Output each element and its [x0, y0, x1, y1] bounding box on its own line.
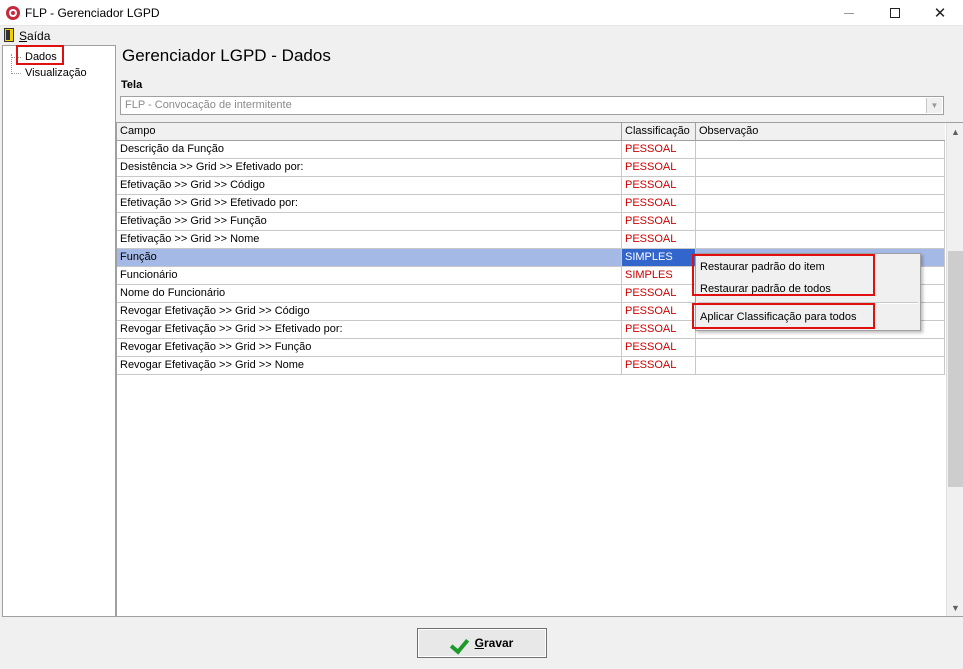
scroll-up-icon[interactable]: ▲: [947, 123, 963, 140]
cell-campo: Revogar Efetivação >> Grid >> Nome: [117, 357, 622, 375]
cell-classificacao[interactable]: SIMPLES: [622, 249, 696, 267]
title-bar: FLP - Gerenciador LGPD ✕: [0, 0, 963, 26]
cell-campo: Revogar Efetivação >> Grid >> Código: [117, 303, 622, 321]
cell-campo: Desistência >> Grid >> Efetivado por:: [117, 159, 622, 177]
table-row[interactable]: Efetivação >> Grid >> Código PESSOAL: [117, 177, 945, 195]
maximize-button[interactable]: [872, 0, 918, 26]
cell-classificacao[interactable]: PESSOAL: [622, 303, 696, 321]
close-icon: ✕: [933, 4, 947, 22]
scroll-down-icon[interactable]: ▼: [947, 599, 963, 616]
tela-label: Tela: [121, 79, 143, 91]
save-button-label: Gravar: [474, 636, 514, 650]
cell-campo: Efetivação >> Grid >> Efetivado por:: [117, 195, 622, 213]
cell-observacao[interactable]: [696, 339, 945, 357]
cell-campo: Efetivação >> Grid >> Código: [117, 177, 622, 195]
cell-classificacao[interactable]: PESSOAL: [622, 213, 696, 231]
table-row[interactable]: Efetivação >> Grid >> Função PESSOAL: [117, 213, 945, 231]
navigation-tree: Dados Visualização: [2, 45, 116, 617]
cell-observacao[interactable]: [696, 159, 945, 177]
menu-item-restaurar-todos[interactable]: Restaurar padrão de todos: [700, 282, 831, 296]
table-row[interactable]: Efetivação >> Grid >> Efetivado por: PES…: [117, 195, 945, 213]
menu-item-restaurar-item[interactable]: Restaurar padrão do item: [700, 260, 825, 274]
cell-campo: Efetivação >> Grid >> Nome: [117, 231, 622, 249]
table-row[interactable]: Desistência >> Grid >> Efetivado por: PE…: [117, 159, 945, 177]
exit-door-icon: [4, 28, 14, 42]
maximize-icon: [890, 8, 900, 18]
cell-observacao[interactable]: [696, 195, 945, 213]
cell-classificacao[interactable]: PESSOAL: [622, 159, 696, 177]
column-header-observacao[interactable]: Observação: [696, 123, 945, 141]
cell-observacao[interactable]: [696, 177, 945, 195]
fields-grid: Campo Classificação Observação Descrição…: [116, 122, 963, 617]
menu-separator: [698, 302, 918, 304]
checkmark-icon: [451, 634, 469, 652]
column-header-campo[interactable]: Campo: [117, 123, 622, 141]
table-row[interactable]: Descrição da Função PESSOAL: [117, 141, 945, 159]
tela-select-value: FLP - Convocação de intermitente: [125, 99, 292, 111]
menu-exit[interactable]: Saída: [19, 29, 50, 43]
cell-classificacao[interactable]: PESSOAL: [622, 231, 696, 249]
column-header-classificacao[interactable]: Classificação: [622, 123, 696, 141]
save-button[interactable]: Gravar: [417, 628, 547, 658]
minimize-button[interactable]: [826, 0, 872, 26]
app-logo-icon: [6, 6, 20, 20]
table-row[interactable]: Revogar Efetivação >> Grid >> Nome PESSO…: [117, 357, 945, 375]
cell-campo: Função: [117, 249, 622, 267]
cell-campo: Descrição da Função: [117, 141, 622, 159]
cell-observacao[interactable]: [696, 357, 945, 375]
chevron-down-icon[interactable]: ▼: [926, 98, 942, 113]
table-row[interactable]: Revogar Efetivação >> Grid >> Função PES…: [117, 339, 945, 357]
cell-classificacao[interactable]: PESSOAL: [622, 177, 696, 195]
minimize-icon: [844, 12, 854, 14]
tree-item-visualizacao[interactable]: Visualização: [23, 66, 89, 80]
table-row[interactable]: Efetivação >> Grid >> Nome PESSOAL: [117, 231, 945, 249]
cell-campo: Funcionário: [117, 267, 622, 285]
cell-classificacao[interactable]: PESSOAL: [622, 357, 696, 375]
cell-campo: Nome do Funcionário: [117, 285, 622, 303]
tree-connector: [11, 57, 21, 58]
cell-classificacao[interactable]: PESSOAL: [622, 195, 696, 213]
tree-connector: [11, 73, 21, 74]
page-title: Gerenciador LGPD - Dados: [122, 46, 331, 65]
cell-observacao[interactable]: [696, 231, 945, 249]
cell-observacao[interactable]: [696, 141, 945, 159]
cell-classificacao[interactable]: PESSOAL: [622, 141, 696, 159]
scrollbar-thumb[interactable]: [948, 251, 963, 487]
cell-classificacao[interactable]: PESSOAL: [622, 339, 696, 357]
tela-select[interactable]: FLP - Convocação de intermitente ▼: [120, 96, 944, 115]
cell-campo: Revogar Efetivação >> Grid >> Função: [117, 339, 622, 357]
cell-classificacao[interactable]: PESSOAL: [622, 321, 696, 339]
menu-item-aplicar-classificacao[interactable]: Aplicar Classificação para todos: [700, 310, 857, 324]
grid-header: Campo Classificação Observação: [117, 123, 945, 141]
cell-campo: Revogar Efetivação >> Grid >> Efetivado …: [117, 321, 622, 339]
window-title: FLP - Gerenciador LGPD: [25, 6, 160, 20]
cell-classificacao[interactable]: SIMPLES: [622, 267, 696, 285]
vertical-scrollbar[interactable]: ▲ ▼: [946, 123, 963, 616]
cell-classificacao[interactable]: PESSOAL: [622, 285, 696, 303]
menu-bar: Saída: [0, 26, 963, 45]
cell-observacao[interactable]: [696, 213, 945, 231]
close-button[interactable]: ✕: [917, 0, 963, 26]
tree-item-dados[interactable]: Dados: [23, 50, 59, 64]
context-menu: Restaurar padrão do item Restaurar padrã…: [695, 253, 921, 331]
cell-campo: Efetivação >> Grid >> Função: [117, 213, 622, 231]
